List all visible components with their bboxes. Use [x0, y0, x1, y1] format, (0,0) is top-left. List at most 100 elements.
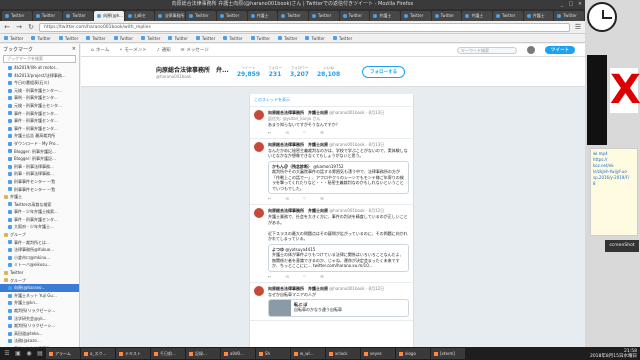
reply-icon[interactable]: ↩: [268, 130, 271, 135]
tweet-author[interactable]: 向原総合法律事務所 弁護士向原: [268, 208, 328, 213]
stat-following[interactable]: フォロー 231: [268, 66, 282, 78]
browser-tab[interactable]: Twitter: [400, 11, 431, 21]
bookmark-item[interactable]: 裁判所(リラクゼーシ...: [0, 307, 79, 315]
reply-to-text[interactable]: 返信先: @yutori_kanjo さん: [268, 116, 320, 121]
bookmark-item[interactable]: 刑事事件センター 一覧: [0, 186, 79, 194]
tweet-button[interactable]: ツイート: [545, 46, 575, 54]
quoted-tweet[interactable]: かもん＠（残念診断） @kamon19752 裁判所やその大審院事件の話する雰囲…: [268, 160, 409, 194]
bookmark-item[interactable]: 4b2013/project/法律事務...: [0, 72, 79, 80]
tweet-author[interactable]: 向原総合法律事務所 弁護士向原: [268, 286, 328, 291]
taskbar-window-button[interactable]: 千日前...: [151, 348, 185, 359]
browser-tab[interactable]: 弁護士: [523, 11, 554, 21]
bookmark-item[interactable]: 刑事・刑事法律事務...: [0, 163, 79, 171]
browser-tab[interactable]: Twitter: [308, 11, 339, 21]
taskbar-clock[interactable]: 21:58 2018年8月15日水曜日: [590, 349, 640, 359]
nav-messages[interactable]: ✉ メッセージ: [181, 47, 209, 54]
bookmark-toolbar-item[interactable]: Twitter: [223, 36, 243, 41]
stat-followers[interactable]: フォロワー 3,207: [290, 66, 309, 78]
follow-button[interactable]: フォローする: [362, 65, 406, 78]
bookmark-toolbar-item[interactable]: Twitter: [4, 36, 23, 41]
bookmark-item[interactable]: 事件 - 刑事弁護センタ...: [0, 216, 79, 224]
browser-tab[interactable]: 弁護士: [462, 11, 492, 21]
quoted-tweet[interactable]: よつゆ @yotsuya4415 弁護士の体が事件よりもつけている法律に関係はい…: [268, 243, 409, 272]
browser-tab[interactable]: Twitter: [2, 11, 32, 21]
profile-name[interactable]: 向原総合法律事務所 弁...: [156, 65, 229, 74]
bookmark-item[interactable]: Blogger: 刑事弁護記...: [0, 155, 79, 163]
taskbar-window-button[interactable]: アラーム: [46, 348, 80, 359]
bookmark-item[interactable]: 小倉市ロ@mkinu...: [0, 254, 79, 262]
sidebar-title[interactable]: ブックマーク: [3, 46, 33, 53]
window-titlebar[interactable]: 向原総合法律事務所 弁護士向原(@harano001book)さん | Twit…: [0, 0, 585, 9]
screenshot-window-label[interactable]: screenShot: [605, 240, 639, 252]
browser-tab[interactable]: Twitter: [554, 11, 585, 21]
browser-tab[interactable]: 弁護士: [370, 11, 400, 21]
show-thread-link[interactable]: このスレッドを表示: [254, 97, 290, 103]
stat-tweets[interactable]: ツイート 29,859: [237, 66, 260, 78]
bookmark-item[interactable]: 弁護士ネット Yuji Gu...: [0, 292, 79, 300]
reply-icon[interactable]: ↩: [268, 196, 271, 201]
like-icon[interactable]: ♡: [303, 274, 307, 279]
tweet[interactable]: 向原総合法律事務所 弁護士向原 @harano001book · 8月12日 弁…: [250, 205, 413, 283]
browser-tab[interactable]: 弁護士: [247, 11, 278, 21]
sticky-note[interactable]: wl.mp4 https://koz.net/ek le/zkJeh-fwijyf-…: [590, 148, 638, 236]
like-icon[interactable]: ♡: [303, 196, 307, 201]
tweet-author[interactable]: 向原総合法律事務所 弁護士向原: [268, 110, 328, 115]
bookmark-item[interactable]: 事件 - 刑事弁護センタ...: [0, 117, 79, 125]
bookmark-toolbar-item[interactable]: Twitter: [332, 36, 352, 41]
browser-tab[interactable]: Twitter: [278, 11, 308, 21]
taskbar-window-button[interactable]: xlogo: [396, 348, 430, 359]
taskbar-window-button[interactable]: [xterm]: [431, 348, 465, 359]
menu-button[interactable]: ☰: [574, 22, 582, 32]
stat-likes[interactable]: いいね 28,108: [317, 66, 340, 78]
bookmark-item[interactable]: ダウンロード - My Pro...: [0, 140, 79, 148]
bookmark-item[interactable]: 4b2019/life at motor...: [0, 64, 79, 72]
browser-tab[interactable]: Twitter: [493, 11, 523, 21]
tweet-avatar[interactable]: [254, 285, 264, 296]
taskbar-window-button[interactable]: 記録...: [186, 348, 220, 359]
start-menu-icon[interactable]: ☰: [2, 349, 12, 359]
bookmark-item[interactable]: 事件・裁判所とは...: [0, 239, 79, 247]
taskbar-window-button[interactable]: xclock: [326, 348, 360, 359]
sidebar-search-input[interactable]: ブックマークを検索: [3, 55, 76, 63]
browser-tab[interactable]: Twitter: [431, 11, 462, 21]
tweet[interactable]: 向原総合法律事務所 弁護士向原 @harano001book · 8月13日 な…: [250, 139, 413, 205]
browser-tab[interactable]: Twitter: [63, 11, 94, 21]
bookmark-item[interactable]: Twitter: [0, 269, 79, 277]
bookmark-item[interactable]: 弁護士@kn...: [0, 299, 79, 307]
tweet-avatar[interactable]: [254, 110, 264, 120]
bookmark-toolbar-item[interactable]: Twitter: [113, 36, 133, 41]
taskbar-window-button[interactable]: w_wl...: [291, 348, 325, 359]
maximize-button[interactable]: □: [568, 1, 574, 7]
bookmark-toolbar-item[interactable]: Twitter: [168, 36, 188, 41]
retweet-icon[interactable]: ⟲: [285, 196, 288, 201]
nav-notifications[interactable]: ♪ 通知: [157, 47, 171, 54]
bookmark-item[interactable]: 元検 - 刑事弁護センター...: [0, 87, 79, 95]
bookmark-toolbar-item[interactable]: Twitter: [58, 36, 78, 41]
tweet[interactable]: 向原総合法律事務所 弁護士向原 @harano001book · 8月13日 返…: [250, 107, 413, 139]
bookmark-toolbar-item[interactable]: Twitter: [141, 36, 160, 41]
back-button[interactable]: ←: [3, 22, 11, 32]
reload-button[interactable]: ↻: [27, 22, 35, 32]
bookmark-item[interactable]: Blogger: 刑事弁護記...: [0, 148, 79, 156]
sidebar-close-button[interactable]: ×: [72, 46, 76, 52]
tweet-avatar[interactable]: [254, 208, 264, 218]
tweet-avatar[interactable]: [254, 141, 264, 152]
bookmark-item[interactable]: 事件・少年弁護士検索...: [0, 208, 79, 216]
bookmark-toolbar-item[interactable]: Twitter: [195, 36, 215, 41]
user-avatar[interactable]: [527, 46, 535, 54]
browser-tab[interactable]: Twitter: [186, 11, 216, 21]
tweet-author[interactable]: 向原総合法律事務所 弁護士向原: [268, 142, 328, 147]
bookmark-item[interactable]: 元検・刑事弁護士センタ...: [0, 102, 79, 110]
firefox-icon[interactable]: ◉: [24, 349, 34, 359]
bookmark-item[interactable]: 法学研究会@yk...: [0, 315, 79, 323]
bookmark-item[interactable]: グループ: [0, 277, 79, 285]
bookmark-item[interactable]: 事件 - 刑事弁護センタ...: [0, 125, 79, 133]
bookmark-toolbar-item[interactable]: Twitter: [278, 36, 297, 41]
nav-home[interactable]: ⌂ ホーム: [91, 47, 109, 54]
folder-icon[interactable]: ▤: [35, 349, 45, 359]
terminal-icon[interactable]: ▣: [13, 349, 23, 359]
bookmark-item[interactable]: 法務(@kaze...: [0, 337, 79, 345]
taskbar-window-button[interactable]: a_スク...: [81, 348, 115, 359]
retweet-icon[interactable]: ⟲: [285, 274, 288, 279]
url-bar[interactable]: https://twitter.com/harano001book/with_r…: [39, 22, 570, 32]
